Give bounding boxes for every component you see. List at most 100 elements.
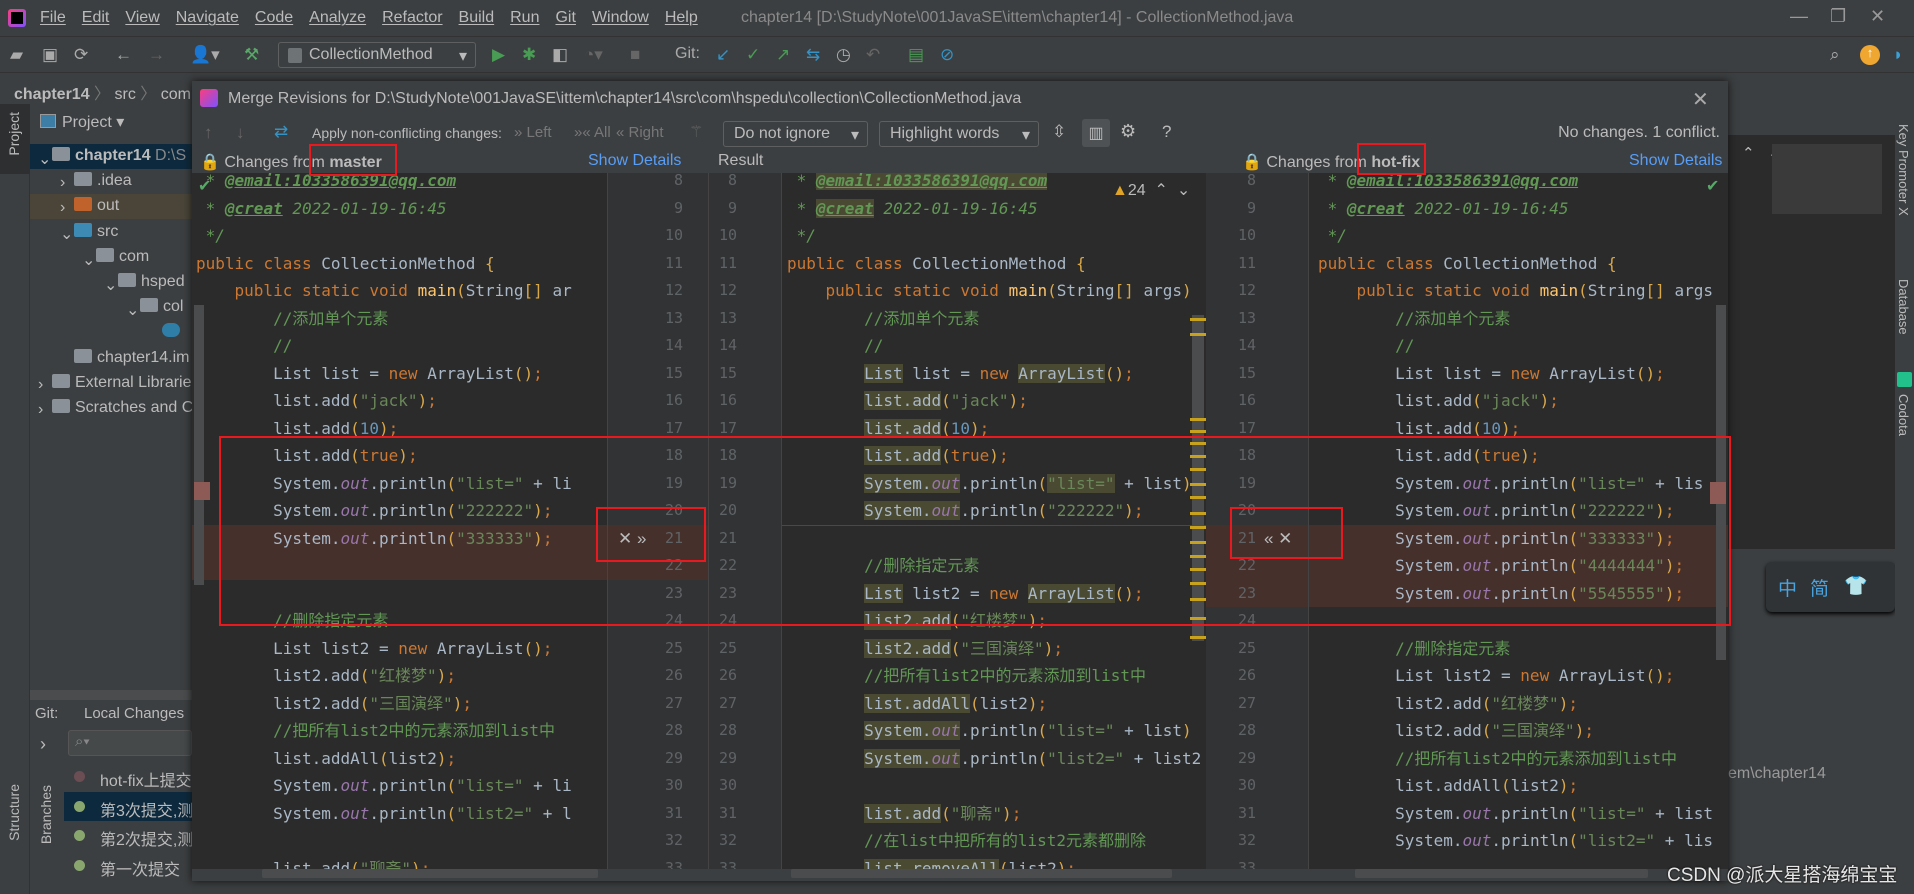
code-line[interactable]: */ — [787, 222, 816, 250]
code-line[interactable]: */ — [1318, 222, 1347, 250]
change-marker[interactable] — [1190, 568, 1206, 571]
plugin-icon[interactable]: ◗ — [1893, 45, 1903, 65]
code-line[interactable]: list.add("jack"); — [196, 387, 437, 415]
tab-local-changes[interactable]: Local Changes — [84, 705, 184, 722]
chevron-right-icon[interactable]: › — [60, 199, 70, 216]
code-line[interactable]: //添加单个元素 — [196, 305, 388, 333]
breadcrumb-item[interactable]: chapter14 — [14, 86, 90, 103]
power-save-icon[interactable]: ⊘ — [940, 45, 954, 65]
user-icon[interactable]: 👤▾ — [190, 45, 220, 65]
code-line[interactable]: // — [1318, 332, 1414, 360]
build-hammer-icon[interactable]: ⚒ — [244, 45, 259, 65]
change-marker[interactable] — [1190, 555, 1206, 558]
tree-item[interactable]: › External Librarie — [30, 371, 192, 396]
code-line[interactable]: //把所有list2中的元素添加到list中 — [787, 662, 1146, 690]
menu-navigate[interactable]: Navigate — [168, 9, 247, 27]
commit-row[interactable]: hot-fix上提交 — [64, 762, 192, 791]
right-hscrollbar[interactable] — [1355, 869, 1648, 878]
menu-run[interactable]: Run — [502, 9, 547, 27]
tree-item[interactable]: ⌄ hsped — [30, 270, 192, 295]
code-line[interactable]: System.out.println("222222"); — [1318, 497, 1674, 525]
code-line[interactable]: list2.add("三国演绎"); — [196, 690, 472, 718]
forward-icon[interactable]: → — [148, 45, 165, 65]
code-line[interactable]: List list2 = new ArrayList(); — [196, 635, 552, 663]
project-tool-button[interactable]: Project — [6, 112, 22, 156]
back-icon[interactable]: ← — [115, 45, 132, 65]
update-icon[interactable]: ↑ — [1860, 45, 1880, 65]
code-line[interactable]: System.out.println("list=" + li — [196, 772, 572, 800]
ime-chinese-button[interactable]: 中 — [1778, 574, 1797, 601]
code-line[interactable]: list2.add("红楼梦"); — [787, 607, 1047, 635]
code-line[interactable]: System.out.println("list=" + list) — [787, 470, 1192, 498]
code-line[interactable]: * @email:1033586391@qq.com — [1318, 173, 1578, 195]
stop-icon[interactable]: ■ — [630, 45, 640, 65]
right-show-details-link[interactable]: Show Details — [1629, 152, 1722, 170]
code-line[interactable]: list.add(true); — [196, 442, 418, 470]
menu-refactor[interactable]: Refactor — [374, 9, 450, 27]
menu-analyze[interactable]: Analyze — [301, 9, 374, 27]
tree-item[interactable]: › .idea — [30, 169, 192, 194]
code-line[interactable]: * @creat 2022-01-19-16:45 — [1318, 195, 1569, 223]
chevron-down-icon[interactable]: ⌄ — [82, 250, 95, 269]
code-line[interactable]: List list2 = new ArrayList(); — [1318, 662, 1674, 690]
coverage-icon[interactable]: ◧ — [552, 45, 568, 65]
change-marker[interactable] — [1190, 526, 1206, 529]
code-line[interactable]: //添加单个元素 — [787, 305, 979, 333]
apply-all-button[interactable]: »« All — [574, 124, 611, 141]
code-line[interactable]: list.addAll(list2); — [1318, 772, 1578, 800]
result-hscrollbar[interactable] — [791, 869, 1172, 878]
code-line[interactable]: list.add(10); — [787, 415, 989, 443]
code-line[interactable]: list.removeAll(list2); — [787, 855, 1076, 869]
change-marker[interactable] — [1190, 468, 1206, 471]
code-line[interactable]: System.out.println("333333"); — [196, 525, 552, 553]
commit-row[interactable]: 第3次提交,测 — [64, 791, 192, 821]
code-line[interactable]: list.addAll(list2); — [196, 745, 456, 773]
code-line[interactable]: System.out.println("list2=" + l — [196, 800, 572, 828]
prev-highlight-icon[interactable]: ⌃ — [1742, 144, 1755, 162]
menu-help[interactable]: Help — [657, 9, 706, 27]
left-show-details-link[interactable]: Show Details — [588, 152, 681, 170]
code-line[interactable]: // — [787, 332, 883, 360]
chevron-right-icon[interactable]: › — [38, 401, 48, 418]
code-line[interactable]: System.out.println("list2=" + lis — [1318, 827, 1713, 855]
accept-right-change-button[interactable]: « ✕ — [1264, 525, 1292, 553]
tree-item[interactable]: chapter14.im — [30, 346, 192, 371]
code-line[interactable]: * @email:1033586391@qq.com — [196, 173, 456, 195]
highlight-dropdown[interactable]: Highlight words ▾ — [879, 121, 1039, 147]
menu-view[interactable]: View — [117, 9, 167, 27]
code-line[interactable]: list2.add("红楼梦"); — [1318, 690, 1578, 718]
run-config-dropdown[interactable]: CollectionMethod ▾ — [278, 42, 476, 68]
code-line[interactable]: // — [196, 332, 292, 360]
code-line[interactable]: //删除指定元素 — [787, 552, 979, 580]
change-marker[interactable] — [1190, 512, 1206, 515]
collapse-unchanged-icon[interactable]: ⇳ — [1052, 122, 1066, 142]
menu-window[interactable]: Window — [584, 9, 657, 27]
change-marker[interactable] — [1190, 430, 1206, 433]
chevron-down-icon[interactable]: ⌄ — [126, 300, 139, 319]
code-line[interactable]: * @email:1033586391@qq.com — [787, 173, 1048, 195]
change-marker[interactable] — [1190, 496, 1206, 499]
tree-item[interactable]: › out — [30, 194, 192, 220]
ignore-dropdown[interactable]: Do not ignore ▾ — [723, 121, 868, 147]
code-line[interactable]: //在list中把所有的list2元素都删除 — [787, 827, 1146, 855]
sync-icon[interactable]: ⟳ — [74, 45, 88, 65]
code-line[interactable]: List list = new ArrayList(); — [787, 360, 1134, 388]
sync-scroll-toggle[interactable]: ▥ — [1082, 119, 1110, 147]
tree-item[interactable] — [30, 320, 192, 345]
commit-row[interactable]: 第一次提交 — [64, 851, 192, 880]
chevron-right-icon[interactable] — [148, 325, 158, 339]
minimap[interactable] — [1772, 144, 1882, 214]
ime-skin-icon[interactable]: 👕 — [1844, 574, 1868, 598]
profile-icon[interactable]: ◔▾ — [584, 45, 603, 65]
expand-branches-icon[interactable]: › — [40, 734, 46, 755]
change-marker[interactable] — [1190, 598, 1206, 601]
change-marker[interactable] — [1190, 418, 1206, 421]
code-line[interactable]: list.addAll(list2); — [787, 690, 1047, 718]
chevron-right-icon[interactable]: › — [60, 174, 70, 191]
code-line[interactable]: System.out.println("4444444"); — [1318, 552, 1684, 580]
code-line[interactable]: */ — [196, 222, 225, 250]
change-marker[interactable] — [1190, 636, 1206, 639]
change-marker[interactable] — [1190, 442, 1206, 445]
open-icon[interactable]: ▰ — [10, 45, 23, 65]
code-line[interactable]: List list = new ArrayList(); — [196, 360, 543, 388]
